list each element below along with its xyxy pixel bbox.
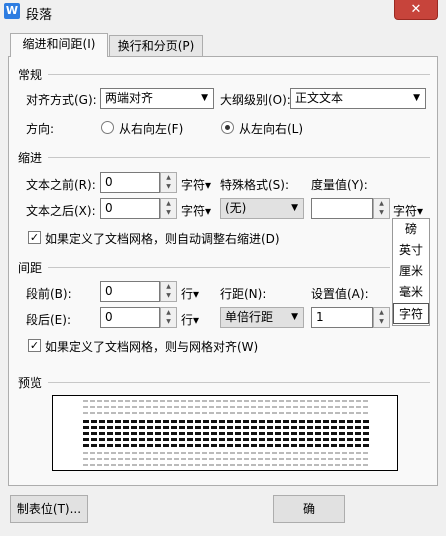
indent-before-spinner[interactable]: ▲ ▼	[160, 172, 177, 193]
indent-before-label: 文本之前(R):	[26, 178, 96, 192]
alignment-select[interactable]: 两端对齐 ▼	[100, 88, 214, 109]
auto-adjust-checkbox[interactable]: ✓	[28, 231, 41, 244]
spacing-heading: 间距	[18, 261, 43, 275]
preview-prev-paragraph	[83, 412, 369, 414]
special-format-select[interactable]: (无) ▼	[220, 198, 304, 219]
snap-to-grid-label: 如果定义了文档网格，则与网格对齐(W)	[45, 340, 259, 354]
space-after-input[interactable]: 0	[100, 307, 160, 328]
space-before-label: 段前(B):	[26, 287, 72, 301]
indent-after-input[interactable]: 0	[100, 198, 160, 219]
unit-option[interactable]: 厘米	[393, 261, 429, 282]
space-after-label: 段后(E):	[26, 313, 71, 327]
divider	[48, 267, 390, 268]
line-spacing-value: 单倍行距	[225, 310, 274, 324]
alignment-label: 对齐方式(G):	[26, 93, 97, 107]
set-value-input[interactable]: 1	[311, 307, 373, 328]
general-heading: 常规	[18, 68, 43, 82]
line-spacing-select[interactable]: 单倍行距 ▼	[220, 307, 304, 328]
unit-dropdown-list: 磅 英寸 厘米 毫米 字符	[392, 218, 430, 326]
unit-option-selected[interactable]: 字符	[393, 303, 429, 324]
alignment-value: 两端对齐	[105, 91, 154, 105]
direction-label: 方向:	[26, 122, 55, 136]
space-before-input[interactable]: 0	[100, 281, 160, 302]
window-title: 段落	[26, 8, 53, 23]
unit-option[interactable]: 毫米	[393, 282, 429, 303]
chevron-down-icon: ▼	[413, 93, 420, 103]
indent-after-label: 文本之后(X):	[26, 204, 96, 218]
space-before-spinner[interactable]: ▲ ▼	[160, 281, 177, 302]
indent-before-input[interactable]: 0	[100, 172, 160, 193]
auto-adjust-label: 如果定义了文档网格，则自动调整右缩进(D)	[45, 232, 280, 246]
measure-spinner[interactable]: ▲ ▼	[373, 198, 390, 219]
preview-current-paragraph	[83, 420, 369, 423]
divider	[48, 74, 430, 75]
space-before-unit[interactable]: 行▾	[181, 285, 199, 302]
outline-level-label: 大纲级别(O):	[220, 93, 291, 107]
divider	[48, 157, 430, 158]
snap-to-grid-checkbox[interactable]: ✓	[28, 339, 41, 352]
ok-button[interactable]: 确	[273, 495, 345, 523]
special-format-label: 特殊格式(S):	[220, 178, 290, 192]
space-after-spinner[interactable]: ▲ ▼	[160, 307, 177, 328]
rtl-label: 从右向左(F)	[119, 122, 184, 136]
wps-writer-icon: W	[4, 3, 20, 19]
set-value-spinner[interactable]: ▲ ▼	[373, 307, 390, 328]
title-bar	[0, 0, 446, 24]
preview-current-paragraph	[83, 432, 369, 435]
outline-level-value: 正文文本	[295, 91, 344, 105]
space-after-unit[interactable]: 行▾	[181, 311, 199, 328]
line-spacing-label: 行距(N):	[220, 287, 267, 301]
unit-option[interactable]: 磅	[393, 219, 429, 240]
preview-current-paragraph	[83, 426, 369, 429]
tab-indent-spacing[interactable]: 缩进和间距(I)	[10, 33, 108, 57]
divider	[48, 382, 430, 383]
measure-label: 度量值(Y):	[311, 178, 368, 192]
preview-current-paragraph	[83, 444, 369, 447]
ltr-label: 从左向右(L)	[239, 122, 304, 136]
preview-next-paragraph	[83, 452, 369, 454]
set-value-label: 设置值(A):	[311, 287, 369, 301]
chevron-down-icon: ▼	[201, 93, 208, 103]
indent-before-unit[interactable]: 字符▾	[181, 176, 211, 193]
ltr-radio[interactable]	[221, 121, 234, 134]
preview-next-paragraph	[83, 458, 369, 460]
close-button[interactable]: ✕	[394, 0, 438, 20]
tab-line-page-breaks[interactable]: 换行和分页(P)	[109, 35, 203, 57]
indent-heading: 缩进	[18, 151, 43, 165]
special-format-value: (无)	[225, 201, 247, 215]
preview-heading: 预览	[18, 376, 43, 390]
measure-unit[interactable]: 字符▾	[393, 202, 423, 219]
measure-input[interactable]	[311, 198, 373, 219]
tab-stops-button[interactable]: 制表位(T)...	[10, 495, 88, 523]
chevron-down-icon: ▼	[291, 203, 298, 213]
paragraph-preview	[52, 395, 398, 471]
chevron-down-icon: ▼	[291, 312, 298, 322]
indent-after-spinner[interactable]: ▲ ▼	[160, 198, 177, 219]
indent-after-unit[interactable]: 字符▾	[181, 202, 211, 219]
unit-option[interactable]: 英寸	[393, 240, 429, 261]
preview-prev-paragraph	[83, 406, 369, 408]
rtl-radio[interactable]	[101, 121, 114, 134]
preview-prev-paragraph	[83, 400, 369, 402]
preview-current-paragraph	[83, 438, 369, 441]
outline-level-select[interactable]: 正文文本 ▼	[290, 88, 426, 109]
preview-next-paragraph	[83, 464, 369, 466]
